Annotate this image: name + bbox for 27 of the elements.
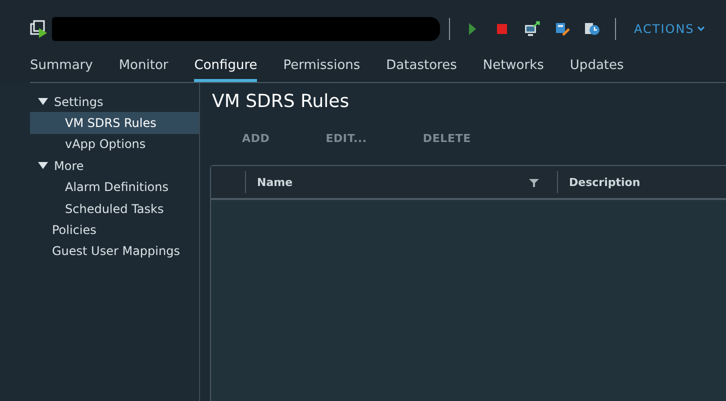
- chevron-icon: [697, 26, 706, 32]
- column-header[interactable]: Name: [257, 176, 293, 188]
- tree-item[interactable]: Policies: [30, 219, 199, 241]
- tree-item[interactable]: Scheduled Tasks: [30, 198, 199, 220]
- tree-item[interactable]: vApp Options: [30, 134, 199, 156]
- filter-icon[interactable]: [529, 178, 539, 186]
- tree-item[interactable]: Guest User Mappings: [30, 240, 199, 262]
- column-header[interactable]: Description: [569, 176, 640, 188]
- caret-icon[interactable]: [38, 98, 48, 106]
- tab[interactable]: Datastores: [386, 50, 457, 82]
- caret-icon[interactable]: [38, 162, 48, 170]
- snapshot-icon[interactable]: [584, 21, 600, 37]
- tab[interactable]: Updates: [570, 50, 624, 82]
- tab[interactable]: Summary: [30, 50, 93, 82]
- monitor-icon[interactable]: [524, 21, 540, 37]
- tree-item[interactable]: Settings: [30, 91, 199, 112]
- tab[interactable]: Networks: [482, 50, 544, 82]
- page-title: VM SDRS Rules: [212, 91, 350, 114]
- tab[interactable]: Permissions: [283, 50, 360, 82]
- tab[interactable]: Monitor: [118, 50, 168, 82]
- tree-item[interactable]: VM SDRS Rules: [30, 112, 199, 134]
- stop-icon[interactable]: [494, 21, 510, 37]
- vm-icon: [30, 20, 48, 38]
- tab[interactable]: Configure: [194, 50, 258, 82]
- tree-item[interactable]: More: [30, 155, 199, 177]
- actions-button[interactable]: ACTIONS: [634, 22, 706, 36]
- tree-item[interactable]: Alarm Definitions: [30, 176, 199, 198]
